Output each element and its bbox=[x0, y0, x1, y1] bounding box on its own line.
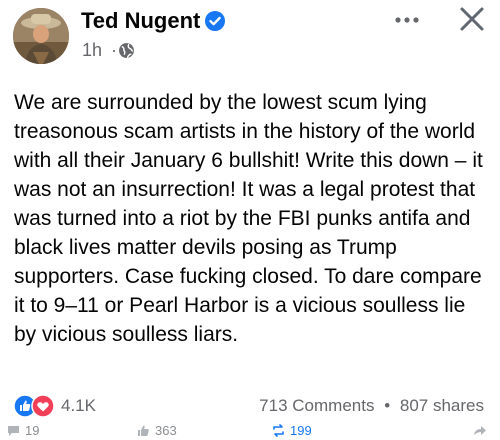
author-avatar[interactable] bbox=[13, 8, 69, 64]
more-options-button[interactable] bbox=[392, 10, 422, 30]
share-arrow-icon bbox=[474, 426, 486, 435]
stats-separator: • bbox=[384, 396, 391, 415]
author-name[interactable]: Ted Nugent bbox=[81, 8, 200, 34]
bottom-comments-count: 19 bbox=[25, 423, 40, 438]
post-body-text: We are surrounded by the lowest scum lyi… bbox=[14, 91, 483, 346]
globe-icon bbox=[119, 43, 134, 59]
close-button[interactable] bbox=[459, 6, 485, 32]
love-reaction-icon bbox=[31, 394, 55, 418]
avatar-image bbox=[13, 8, 69, 64]
bottom-action-bar: 19 363 199 bbox=[0, 422, 500, 440]
bottom-shares-count: 199 bbox=[290, 423, 312, 438]
post-header: Ted Nugent 1h · bbox=[0, 0, 500, 80]
bottom-shares[interactable]: 199 bbox=[271, 423, 312, 438]
bottom-share-arrow[interactable] bbox=[472, 423, 491, 438]
comments-count-link[interactable]: 713 Comments bbox=[259, 396, 374, 415]
timestamp-separator: · bbox=[111, 40, 117, 60]
retweet-icon bbox=[273, 424, 284, 437]
facebook-post: Ted Nugent 1h · We are surrounded by the… bbox=[0, 0, 500, 440]
reaction-count: 4.1K bbox=[61, 396, 96, 415]
bottom-likes[interactable]: 363 bbox=[136, 423, 177, 438]
shares-count-link[interactable]: 807 shares bbox=[400, 396, 484, 415]
verified-badge-icon bbox=[205, 11, 225, 31]
engagement-stats: 713 Comments • 807 shares bbox=[259, 396, 484, 416]
close-icon bbox=[460, 7, 484, 31]
post-timestamp[interactable]: 1h bbox=[82, 40, 102, 61]
bottom-comments[interactable]: 19 bbox=[6, 423, 39, 438]
comment-icon bbox=[8, 426, 19, 436]
reactions-summary[interactable]: 4.1K bbox=[13, 394, 96, 418]
bottom-likes-count: 363 bbox=[155, 423, 177, 438]
thumbs-up-icon bbox=[138, 425, 149, 436]
more-dots-icon bbox=[395, 17, 419, 23]
